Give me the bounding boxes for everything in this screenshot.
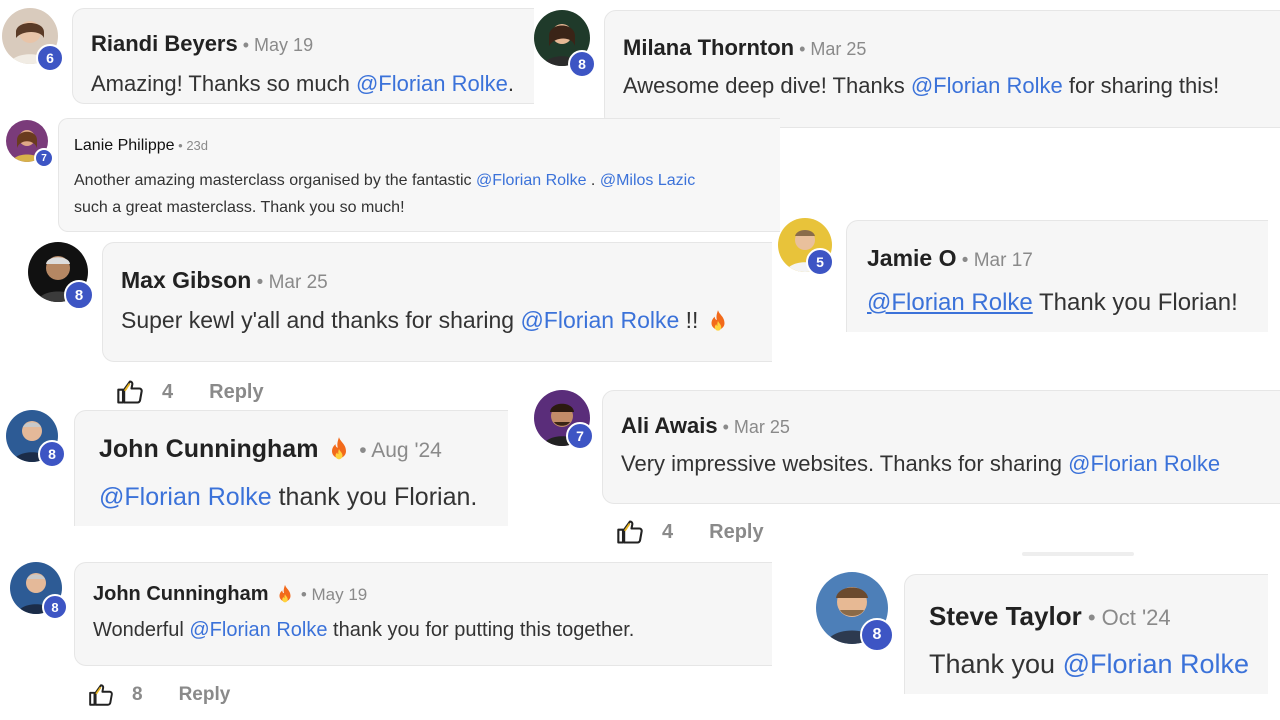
comment-text: thank you for putting this together. xyxy=(327,619,635,641)
avatar[interactable]: 8 xyxy=(10,562,68,620)
level-badge: 7 xyxy=(566,422,594,450)
level-badge: 5 xyxy=(806,248,834,276)
thumbs-up-icon[interactable] xyxy=(616,518,644,546)
avatar[interactable]: 8 xyxy=(816,572,894,652)
reply-button[interactable]: Reply xyxy=(179,684,231,706)
comment-bubble: Riandi Beyers • May 19 Amazing! Thanks s… xyxy=(72,8,534,104)
comment-date[interactable]: May 19 xyxy=(254,35,313,55)
comment-actions: 4 Reply xyxy=(116,378,264,406)
separator: • xyxy=(717,417,734,437)
author-name[interactable]: Jamie O xyxy=(867,245,957,271)
avatar[interactable]: 8 xyxy=(6,410,66,468)
user-mention[interactable]: @Florian Rolke xyxy=(867,289,1033,316)
author-name[interactable]: Lanie Philippe xyxy=(74,137,175,154)
user-mention[interactable]: @Milos Lazic xyxy=(600,172,695,189)
separator: • xyxy=(353,439,372,462)
comment-actions: 4 Reply xyxy=(616,518,764,546)
comment-date[interactable]: Mar 25 xyxy=(734,417,790,437)
comment-text: Another amazing masterclass organised by… xyxy=(74,172,476,189)
comment-bubble: Jamie O • Mar 17 @Florian Rolke Thank yo… xyxy=(846,220,1268,332)
comment-bubble: Steve Taylor • Oct '24 Thank you @Floria… xyxy=(904,574,1268,694)
comment-date[interactable]: Oct '24 xyxy=(1102,605,1171,630)
comment-actions: 8 Reply xyxy=(88,682,230,708)
comment-date[interactable]: Aug '24 xyxy=(371,439,442,462)
comment-date[interactable]: Mar 25 xyxy=(810,39,866,59)
level-badge: 8 xyxy=(64,280,94,310)
user-mention[interactable]: @Florian Rolke xyxy=(520,307,679,333)
level-badge: 6 xyxy=(36,44,64,72)
comment-text: Super kewl y'all and thanks for sharing xyxy=(121,307,521,333)
reply-button[interactable]: Reply xyxy=(709,521,763,544)
avatar[interactable]: 8 xyxy=(534,10,596,78)
thumbs-up-icon[interactable] xyxy=(88,682,114,708)
author-name[interactable]: Milana Thornton xyxy=(623,35,794,60)
comment-bubble: John Cunningham • May 19 Wonderful @Flor… xyxy=(74,562,772,666)
avatar[interactable]: 5 xyxy=(778,218,834,276)
author-name[interactable]: Ali Awais xyxy=(621,413,718,438)
comment-text: !! xyxy=(679,307,705,333)
comment-text: Very impressive websites. Thanks for sha… xyxy=(621,451,1069,476)
separator: • xyxy=(1081,605,1102,630)
comment-text: Awesome deep dive! Thanks xyxy=(623,73,911,98)
separator: • xyxy=(251,272,269,293)
comment-bubble: Milana Thornton • Mar 25 Awesome deep di… xyxy=(604,10,1280,128)
avatar[interactable]: 8 xyxy=(28,242,94,310)
author-name[interactable]: John Cunningham xyxy=(93,583,269,605)
like-count: 8 xyxy=(132,684,143,705)
comment-text: such a great masterclass. Thank you so m… xyxy=(74,199,405,216)
level-badge: 7 xyxy=(34,148,54,168)
avatar[interactable]: 6 xyxy=(2,8,64,72)
like-count: 4 xyxy=(662,520,674,543)
comment-date[interactable]: Mar 17 xyxy=(974,250,1033,271)
comment-text: for sharing this! xyxy=(1062,73,1220,98)
author-name[interactable]: Riandi Beyers xyxy=(91,31,238,56)
separator: • xyxy=(956,250,974,271)
user-mention[interactable]: @Florian Rolke xyxy=(99,483,272,511)
separator: • xyxy=(794,39,811,59)
comment-date[interactable]: 23d xyxy=(186,138,208,153)
like-count: 4 xyxy=(162,380,174,403)
fire-emoji-icon xyxy=(325,436,353,464)
author-name[interactable]: Max Gibson xyxy=(121,267,251,293)
comment-text: Wonderful xyxy=(93,619,190,641)
avatar[interactable]: 7 xyxy=(6,120,54,168)
reply-button[interactable]: Reply xyxy=(209,381,263,404)
comment-text: . xyxy=(507,71,514,96)
author-name[interactable]: John Cunningham xyxy=(99,435,318,463)
user-mention[interactable]: @Florian Rolke xyxy=(1068,451,1220,476)
level-badge: 8 xyxy=(860,618,894,652)
divider xyxy=(1022,552,1134,556)
comment-date[interactable]: May 19 xyxy=(312,585,368,604)
user-mention[interactable]: @Florian Rolke xyxy=(356,71,508,96)
comment-text: Thank you Florian! xyxy=(1032,289,1238,316)
comment-text: thank you Florian. xyxy=(271,483,478,511)
comment-text: Amazing! Thanks so much xyxy=(91,71,356,96)
separator: • xyxy=(296,585,312,604)
fire-emoji-icon xyxy=(274,584,296,606)
comment-bubble: Ali Awais • Mar 25 Very impressive websi… xyxy=(602,390,1280,504)
comment-text: Thank you xyxy=(929,649,1063,679)
user-mention[interactable]: @Florian Rolke xyxy=(189,619,327,641)
comment-bubble: Lanie Philippe • 23d Another amazing mas… xyxy=(58,118,780,232)
comment-bubble: John Cunningham • Aug '24 @Florian Rolke… xyxy=(74,410,508,526)
comment-text: . xyxy=(586,172,600,189)
comment-bubble: Max Gibson • Mar 25 Super kewl y'all and… xyxy=(102,242,772,362)
fire-emoji-icon xyxy=(705,309,731,335)
comment-date[interactable]: Mar 25 xyxy=(269,272,328,293)
author-name[interactable]: Steve Taylor xyxy=(929,601,1082,631)
avatar[interactable]: 7 xyxy=(534,390,594,450)
level-badge: 8 xyxy=(568,50,596,78)
separator: • xyxy=(237,35,255,55)
level-badge: 8 xyxy=(38,440,66,468)
level-badge: 8 xyxy=(42,594,68,620)
separator: • xyxy=(174,138,187,153)
thumbs-up-icon[interactable] xyxy=(116,378,144,406)
user-mention[interactable]: @Florian Rolke xyxy=(911,73,1063,98)
user-mention[interactable]: @Florian Rolke xyxy=(1063,649,1249,679)
user-mention[interactable]: @Florian Rolke xyxy=(476,172,587,189)
